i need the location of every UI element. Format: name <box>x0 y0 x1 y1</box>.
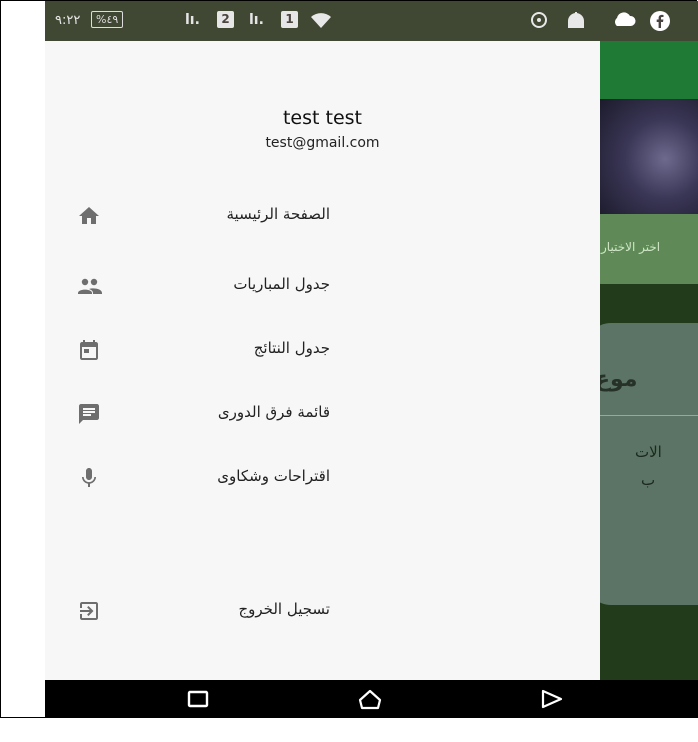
app-choice-chip[interactable]: اختر الاختيار <box>585 214 698 284</box>
battery-indicator: %٤٩ <box>91 11 124 28</box>
menu-item-label: تسجيل الخروج <box>238 600 330 618</box>
menu-item-label: اقتراحات وشكاوى <box>217 467 330 485</box>
logout-icon <box>77 599 101 623</box>
app-card-text-1: الات <box>635 443 662 461</box>
system-nav-bar <box>45 680 698 718</box>
menu-item-feedback[interactable]: اقتراحات وشكاوى <box>45 453 600 503</box>
calendar-icon <box>77 338 101 362</box>
menu-item-matches[interactable]: جدول المباريات <box>45 261 600 311</box>
navigation-drawer: test test test@gmail.com الصفحة الرئيسية… <box>45 41 600 680</box>
sim1-badge: 2 <box>217 11 234 28</box>
cloud-icon <box>611 10 637 35</box>
menu-item-logout[interactable]: تسجيل الخروج <box>45 586 600 636</box>
menu-item-teams[interactable]: قائمة فرق الدورى <box>45 389 600 439</box>
back-button[interactable] <box>539 687 565 711</box>
mic-icon <box>77 466 101 490</box>
chat-icon <box>77 402 101 426</box>
menu-item-label: قائمة فرق الدورى <box>217 403 330 421</box>
menu-item-label: جدول النتائج <box>253 339 330 357</box>
screenshot-frame: اختر الاختيار موع الات ب ٩:٢٢ %٤٩ lı. 2 … <box>0 0 698 718</box>
app-card: موع الات ب <box>585 323 698 605</box>
status-time: ٩:٢٢ <box>55 13 81 28</box>
menu-item-label: جدول المباريات <box>233 275 330 293</box>
app-card-divider <box>595 415 698 416</box>
facebook-icon <box>649 10 671 37</box>
home-button[interactable] <box>357 687 383 711</box>
home-icon <box>77 204 101 228</box>
signal-icon: lı. <box>185 12 200 28</box>
sim2-badge: 1 <box>281 11 298 28</box>
phone-screen: اختر الاختيار موع الات ب ٩:٢٢ %٤٩ lı. 2 … <box>45 1 698 718</box>
app-card-text-2: ب <box>641 471 656 489</box>
wifi-icon <box>309 10 333 35</box>
drawer-user-email: test@gmail.com <box>265 135 380 151</box>
mosque-icon <box>565 10 587 35</box>
headset-icon <box>529 10 549 35</box>
recents-button[interactable] <box>185 687 211 711</box>
drawer-user-name: test test <box>282 107 362 129</box>
people-icon <box>77 274 102 298</box>
menu-item-results[interactable]: جدول النتائج <box>45 325 600 375</box>
app-chip-label: اختر الاختيار <box>601 240 661 254</box>
menu-item-label: الصفحة الرئيسية <box>226 205 331 223</box>
menu-item-home[interactable]: الصفحة الرئيسية <box>45 191 600 241</box>
app-card-title: موع <box>595 367 638 392</box>
status-bar: ٩:٢٢ %٤٩ lı. 2 lı. 1 <box>45 1 698 41</box>
signal-icon: lı. <box>249 12 264 28</box>
